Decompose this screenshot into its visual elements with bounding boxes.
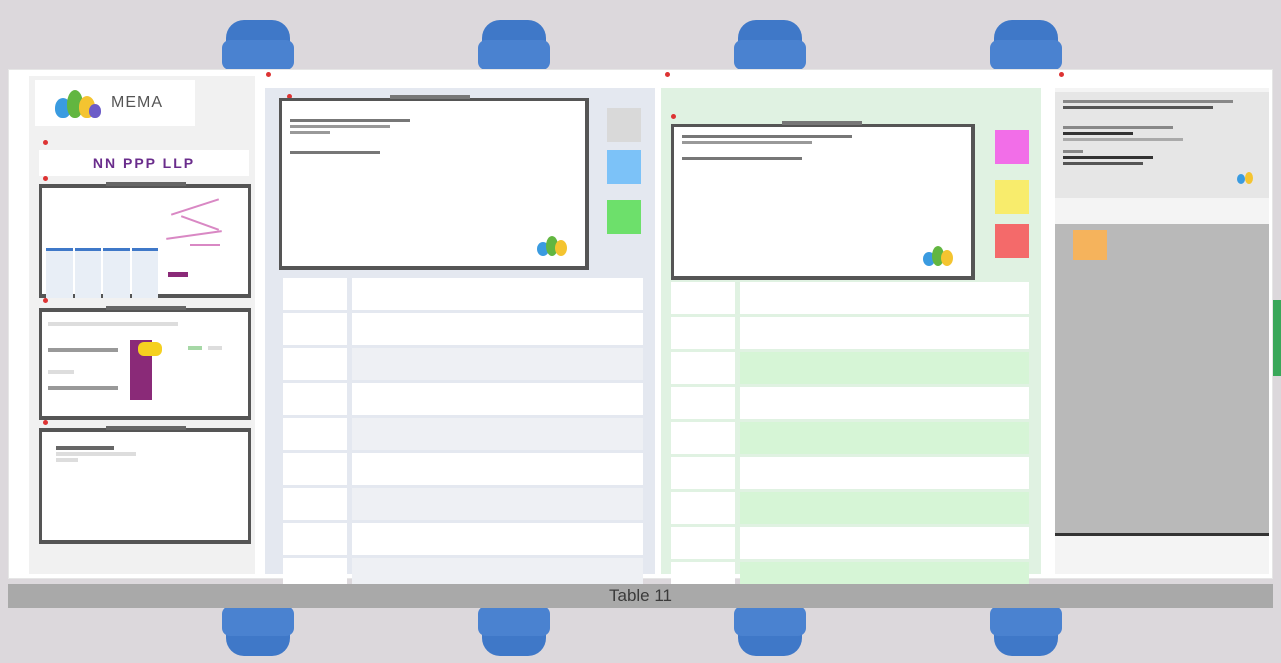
sticky-note-red[interactable] [995, 224, 1029, 258]
table-row[interactable] [671, 387, 1029, 419]
left-column: MEMA NN PPP LLP [29, 76, 255, 574]
column-blue [265, 88, 655, 590]
table-row[interactable] [283, 383, 643, 415]
table-row[interactable] [671, 282, 1029, 314]
info-card[interactable] [1055, 92, 1269, 198]
column-green [661, 88, 1041, 594]
sticky-note-orange[interactable] [1073, 230, 1107, 260]
logo-icon [923, 240, 963, 266]
gray-panel[interactable] [1055, 224, 1269, 536]
table-label: Table 11 [608, 586, 672, 605]
sticky-note-blue[interactable] [607, 150, 641, 184]
logo-icon [537, 230, 577, 256]
sticky-note-gray[interactable] [607, 108, 641, 142]
table-row[interactable] [283, 488, 643, 520]
table-row[interactable] [283, 348, 643, 380]
table-row[interactable] [283, 523, 643, 555]
pin-icon [671, 114, 676, 119]
pin-icon [1059, 72, 1064, 77]
chair-icon [990, 10, 1062, 70]
data-grid [283, 278, 643, 593]
data-grid [671, 282, 1029, 597]
sticky-note-magenta[interactable] [995, 130, 1029, 164]
pin-icon [266, 72, 271, 77]
drag-handle[interactable] [106, 426, 186, 430]
drag-handle[interactable] [782, 121, 862, 125]
sticky-note-yellow[interactable] [995, 180, 1029, 214]
chair-icon [222, 606, 294, 663]
pin-icon [43, 176, 48, 181]
pin-icon [43, 298, 48, 303]
banner-text: NN PPP LLP [39, 150, 249, 176]
pin-icon [43, 140, 48, 145]
chair-icon [990, 606, 1062, 663]
chair-icon [734, 606, 806, 663]
chair-icon [734, 10, 806, 70]
chair-icon [478, 10, 550, 70]
logo-card[interactable]: MEMA [35, 80, 195, 126]
table-row[interactable] [671, 352, 1029, 384]
table-row[interactable] [283, 278, 643, 310]
table-row[interactable] [671, 492, 1029, 524]
pin-icon [665, 72, 670, 77]
chair-icon [478, 606, 550, 663]
logo-icon [1237, 168, 1255, 184]
logo-icon [55, 88, 103, 118]
right-column [1055, 88, 1269, 574]
label-block [168, 272, 188, 277]
drag-handle[interactable] [106, 182, 186, 186]
drag-handle[interactable] [106, 306, 186, 310]
pin-icon [43, 420, 48, 425]
table-row[interactable] [283, 313, 643, 345]
drag-handle[interactable] [390, 95, 470, 99]
logo-text: MEMA [111, 94, 163, 111]
table-label-bar: Table 11 [8, 584, 1273, 608]
yellow-blob [138, 342, 162, 356]
table-row[interactable] [671, 457, 1029, 489]
slide-card[interactable] [671, 121, 975, 280]
table-board[interactable]: MEMA NN PPP LLP [8, 69, 1273, 594]
table-row[interactable] [671, 422, 1029, 454]
thumbnail-card[interactable] [39, 426, 251, 544]
slide-card[interactable] [279, 95, 589, 270]
chair-icon [222, 10, 294, 70]
table-row[interactable] [671, 527, 1029, 559]
table-row[interactable] [283, 453, 643, 485]
sticky-note-green[interactable] [607, 200, 641, 234]
mini-calendar [46, 248, 158, 298]
table-row[interactable] [671, 317, 1029, 349]
thumbnail-card[interactable] [39, 182, 251, 298]
side-tab[interactable] [1273, 300, 1281, 376]
thumbnail-card[interactable] [39, 306, 251, 420]
table-row[interactable] [283, 418, 643, 450]
